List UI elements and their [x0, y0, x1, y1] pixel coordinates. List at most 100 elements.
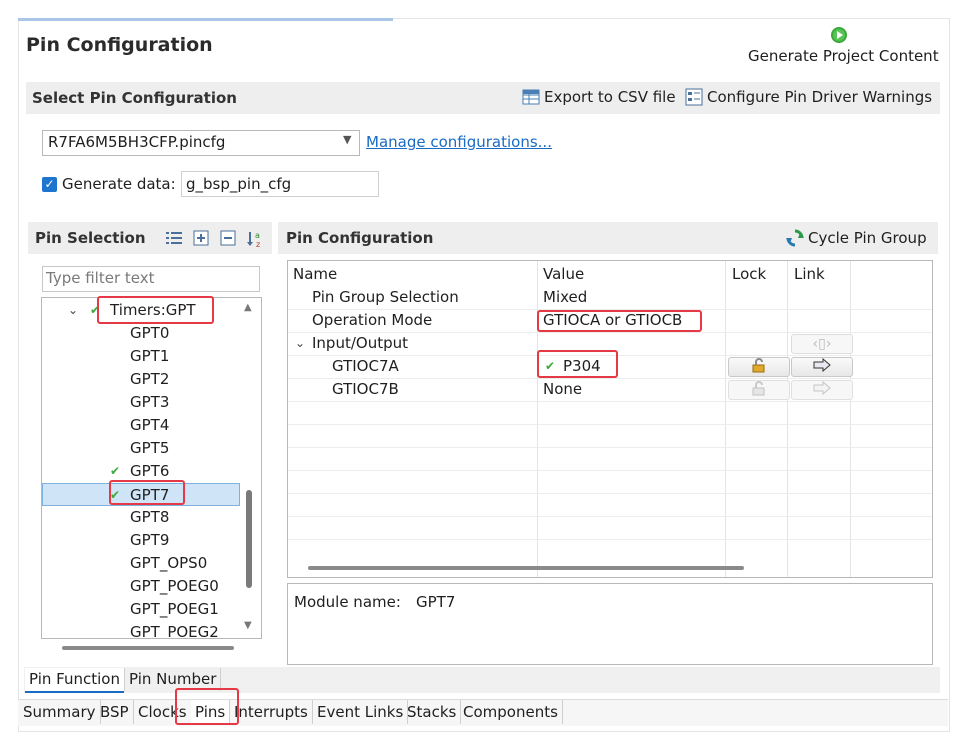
pin-config-grid: Name Value Lock Link Pin Group Selection… — [287, 260, 933, 578]
unlock-icon — [752, 381, 765, 396]
tab-event-links[interactable]: Event Links — [313, 700, 409, 724]
tree-item[interactable]: GPT_POEG0 — [42, 575, 240, 598]
tab-pin-number[interactable]: Pin Number — [124, 668, 222, 691]
column-header-link[interactable]: Link — [794, 263, 825, 286]
tree-item[interactable]: GPT1 — [42, 345, 240, 368]
sort-az-icon[interactable]: a z — [246, 230, 266, 248]
tab-pins[interactable]: Pins — [191, 700, 231, 724]
tree-item[interactable]: GPT5 — [42, 437, 240, 460]
tree-item-selected[interactable]: ✔ GPT7 — [42, 483, 240, 506]
module-name-value: GPT7 — [416, 593, 456, 611]
row-name: GTIOC7A — [332, 357, 399, 375]
link-disabled-button — [791, 380, 853, 400]
column-header-name[interactable]: Name — [293, 263, 337, 286]
generate-data-label: Generate data: — [62, 175, 176, 193]
row-divider — [288, 493, 932, 494]
tree-item-label: GPT9 — [130, 531, 170, 549]
tree-item-label: GPT1 — [130, 347, 170, 365]
grid-horizontal-scrollbar[interactable] — [308, 566, 744, 570]
unlock-icon — [752, 358, 765, 373]
pin-selection-tree: ⌄ ✔ Timers:GPT GPT0 GPT1 GPT2 GPT3 GPT4 … — [41, 297, 262, 639]
row-divider — [288, 470, 932, 471]
svg-text:z: z — [256, 240, 260, 248]
module-name-label: Module name: — [294, 593, 401, 611]
tree-item-label: GPT8 — [130, 508, 170, 526]
arrow-right-icon — [813, 380, 831, 396]
svg-text:a: a — [255, 231, 260, 240]
tree-vertical-scrollbar[interactable] — [246, 490, 252, 588]
pin-selection-toolbar: a z — [165, 230, 266, 248]
link-disabled-button: ‹▯› — [791, 334, 853, 354]
generate-project-button[interactable] — [830, 26, 848, 44]
tree-item[interactable]: ✔ GPT6 — [42, 460, 240, 483]
tree-item[interactable]: GPT_POEG2 — [42, 621, 240, 639]
row-value[interactable]: P304 — [563, 355, 601, 378]
warnings-config-icon — [685, 88, 703, 106]
cycle-pin-group-button[interactable]: Cycle Pin Group — [786, 229, 927, 247]
row-value[interactable]: None — [543, 378, 582, 401]
row-name: Input/Output — [312, 334, 408, 352]
select-pin-config-title: Select Pin Configuration — [32, 89, 237, 107]
row-divider — [288, 401, 932, 402]
arrow-right-icon — [813, 357, 831, 373]
chevron-down-icon[interactable]: ▼ — [343, 133, 351, 146]
tree-item-label: GPT3 — [130, 393, 170, 411]
generate-data-checkbox[interactable]: ✓ — [42, 177, 57, 192]
play-icon — [831, 27, 847, 43]
tree-horizontal-scrollbar[interactable] — [62, 646, 234, 650]
tree-item-label: GPT5 — [130, 439, 170, 457]
tree-item-label: GPT0 — [130, 324, 170, 342]
manage-configurations-link[interactable]: Manage configurations... — [366, 133, 552, 151]
row-value[interactable]: Mixed — [543, 286, 587, 309]
tab-pin-function[interactable]: Pin Function — [25, 668, 124, 693]
expand-all-icon[interactable] — [192, 230, 210, 246]
row-name: Pin Group Selection — [312, 288, 459, 306]
link-button[interactable] — [791, 357, 853, 377]
cycle-icon — [786, 229, 804, 247]
configure-warnings-button[interactable]: Configure Pin Driver Warnings — [685, 88, 932, 106]
chevron-down-icon[interactable]: ⌄ — [68, 299, 78, 322]
list-view-icon[interactable] — [165, 230, 183, 246]
tree-group-label: Timers:GPT — [110, 301, 196, 319]
tree-item-label: GPT7 — [130, 486, 170, 504]
pin-config-panel-title: Pin Configuration — [286, 229, 434, 247]
lock-button[interactable] — [728, 357, 790, 377]
collapse-all-icon[interactable] — [219, 230, 237, 246]
scroll-down-arrow-icon[interactable]: ▼ — [244, 620, 252, 631]
tree-item-label: GPT_OPS0 — [130, 554, 208, 572]
tree-group-timers-gpt[interactable]: ⌄ ✔ Timers:GPT — [42, 299, 240, 322]
column-header-value[interactable]: Value — [543, 263, 584, 286]
pin-config-value: R7FA6M5BH3CFP.pincfg — [48, 133, 226, 151]
tree-item-label: GPT_POEG2 — [130, 623, 219, 639]
chevron-down-icon[interactable]: ⌄ — [295, 332, 305, 355]
tree-item[interactable]: GPT_OPS0 — [42, 552, 240, 575]
spreadsheet-icon — [522, 89, 540, 105]
tree-item[interactable]: GPT9 — [42, 529, 240, 552]
export-csv-button[interactable]: Export to CSV file — [522, 88, 676, 106]
tab-interrupts[interactable]: Interrupts — [230, 700, 313, 724]
tab-summary[interactable]: Summary — [19, 700, 101, 724]
tab-bsp[interactable]: BSP — [96, 700, 134, 724]
scroll-up-arrow-icon[interactable]: ▲ — [244, 302, 252, 313]
tab-components[interactable]: Components — [459, 700, 563, 724]
tree-item[interactable]: GPT3 — [42, 391, 240, 414]
cycle-pin-group-label: Cycle Pin Group — [808, 229, 927, 247]
tree-item[interactable]: GPT8 — [42, 506, 240, 529]
row-value[interactable]: GTIOCA or GTIOCB — [543, 309, 682, 332]
tab-clocks[interactable]: Clocks — [134, 700, 192, 724]
tab-stacks[interactable]: Stacks — [403, 700, 462, 724]
row-divider — [288, 516, 932, 517]
check-icon: ✔ — [545, 359, 556, 373]
tree-item[interactable]: GPT_POEG1 — [42, 598, 240, 621]
lock-disabled-button — [728, 380, 790, 400]
pin-selection-title: Pin Selection — [35, 229, 146, 247]
row-divider — [288, 539, 932, 540]
check-icon: ✔ — [110, 488, 121, 502]
tree-item[interactable]: GPT0 — [42, 322, 240, 345]
check-icon: ✔ — [90, 303, 101, 317]
tree-item-label: GPT2 — [130, 370, 170, 388]
tree-item[interactable]: GPT2 — [42, 368, 240, 391]
generate-project-label[interactable]: Generate Project Content — [748, 47, 939, 65]
column-header-lock[interactable]: Lock — [732, 263, 766, 286]
tree-item[interactable]: GPT4 — [42, 414, 240, 437]
